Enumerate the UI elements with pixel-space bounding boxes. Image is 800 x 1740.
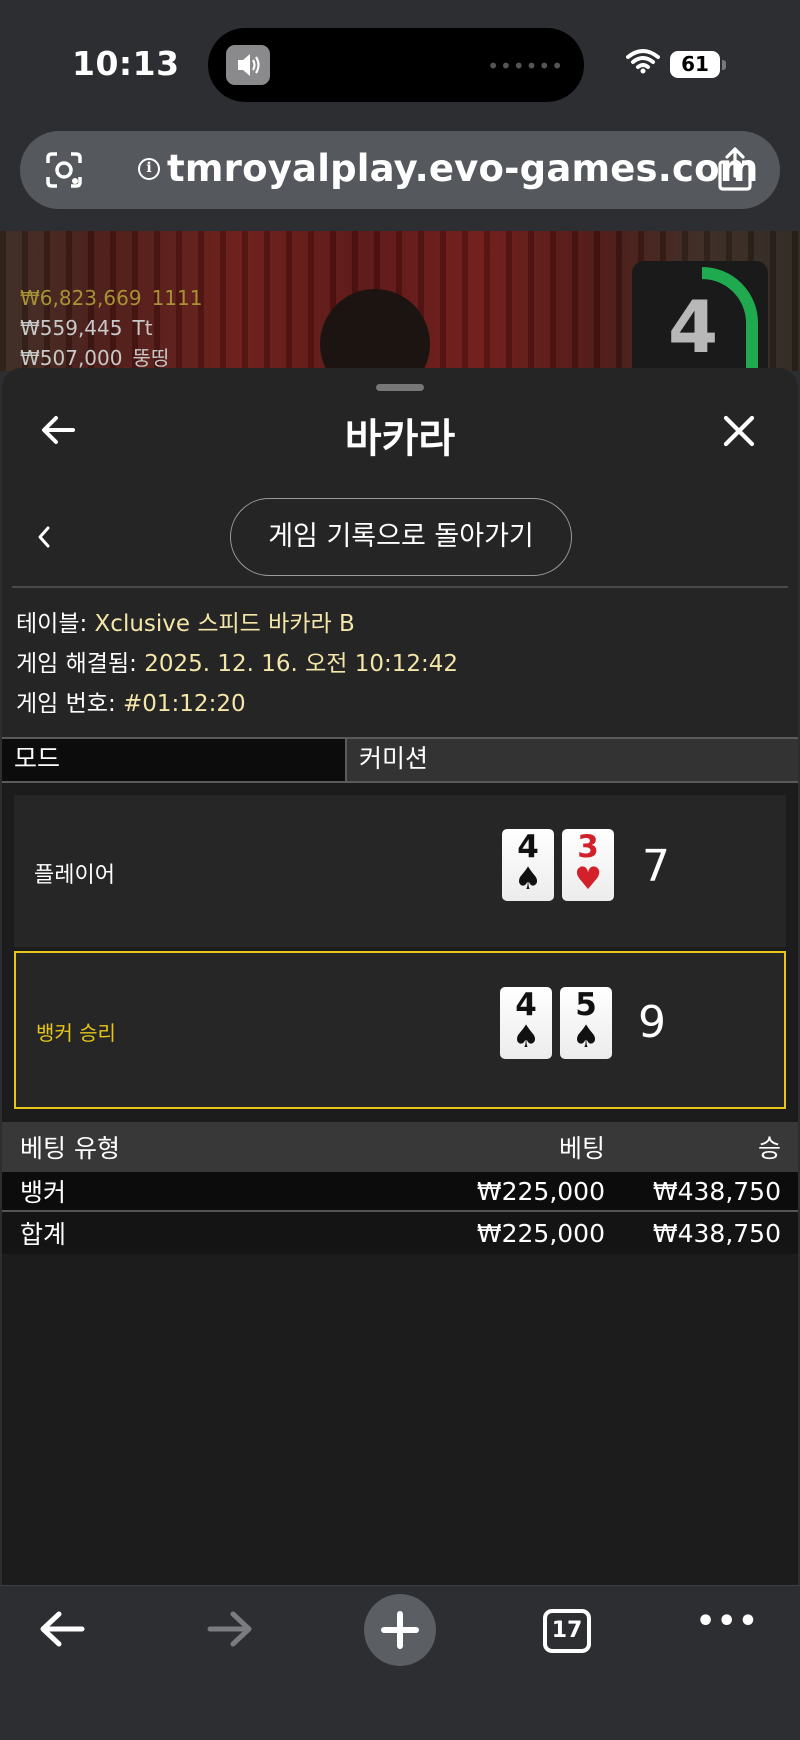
lens-icon[interactable] <box>44 150 84 194</box>
wifi-icon <box>626 48 660 78</box>
leaderboard-row: ₩559,445 Tt <box>20 313 202 343</box>
panel-header: 바카라 게임 기록으로 돌아가기 테이블: Xclusive 스피드 바카라 B… <box>2 368 798 737</box>
leader-name: 1111 <box>151 286 203 310</box>
player-score: 7 <box>642 841 670 892</box>
mode-label: 모드 <box>2 739 347 781</box>
share-icon[interactable] <box>715 146 755 196</box>
table-row: 뱅커 ₩225,000 ₩438,750 <box>2 1172 798 1212</box>
game-number-value: #01:12:20 <box>123 691 246 717</box>
playing-card: 4 ♠ <box>502 829 554 901</box>
heart-icon: ♥ <box>574 861 602 897</box>
plus-icon <box>381 1611 419 1649</box>
table-value: Xclusive 스피드 바카라 B <box>94 611 355 637</box>
header-bet: 베팅 <box>558 1134 605 1163</box>
header-bet-type: 베팅 유형 <box>20 1134 120 1163</box>
site-info-icon[interactable]: i <box>138 158 160 180</box>
card-rank: 5 <box>575 987 597 1023</box>
battery-tip <box>722 60 726 70</box>
countdown-timer: 4 <box>632 261 768 371</box>
battery-level: 61 <box>681 52 709 76</box>
dynamic-island: •••••• <box>208 28 584 102</box>
game-info: 테이블: Xclusive 스피드 바카라 B 게임 해결됨: 2025. 12… <box>16 604 458 724</box>
forward-icon[interactable] <box>206 1608 254 1654</box>
total-label: 합계 <box>20 1220 67 1249</box>
spade-icon: ♠ <box>512 1019 540 1055</box>
total-bet: ₩225,000 <box>476 1218 605 1248</box>
win-amount: ₩438,750 <box>652 1176 781 1206</box>
leader-name: 뚱띵 <box>132 346 170 370</box>
total-row: 합계 ₩225,000 ₩438,750 <box>2 1212 798 1254</box>
chevron-left-icon[interactable] <box>34 522 54 556</box>
card-rank: 4 <box>515 987 537 1023</box>
status-time: 10:13 <box>72 44 180 83</box>
resolved-label: 게임 해결됨: <box>16 651 137 677</box>
total-win: ₩438,750 <box>652 1218 781 1248</box>
spade-icon: ♠ <box>572 1019 600 1055</box>
commission-label: 커미션 <box>347 739 798 781</box>
address-bar[interactable]: i tmroyalplay.evo-games.com <box>20 131 780 209</box>
leaderboard-row: ₩6,823,669 1111 <box>20 283 202 313</box>
header-win: 승 <box>757 1134 781 1163</box>
bet-table-header: 베팅 유형 베팅 승 <box>2 1122 798 1172</box>
new-tab-button[interactable] <box>364 1594 436 1666</box>
divider <box>12 586 788 588</box>
banker-score: 9 <box>638 997 666 1048</box>
island-dots-icon: •••••• <box>487 54 564 78</box>
leader-amount: ₩6,823,669 <box>20 286 142 310</box>
leader-amount: ₩559,445 <box>20 316 123 340</box>
table-info: 테이블: Xclusive 스피드 바카라 B <box>16 604 458 644</box>
leaderboard-row: ₩507,000 뚱띵 <box>20 343 202 371</box>
tabs-button[interactable]: 17 <box>543 1609 591 1653</box>
card-rank: 4 <box>517 829 539 865</box>
timer-value: 4 <box>668 285 719 369</box>
browser-toolbar: 17 ••• <box>0 1585 800 1740</box>
game-number-label: 게임 번호: <box>16 691 116 717</box>
mode-row: 모드 커미션 <box>2 737 798 783</box>
game-detail-panel: 바카라 게임 기록으로 돌아가기 테이블: Xclusive 스피드 바카라 B… <box>2 368 798 1588</box>
bet-type: 뱅커 <box>20 1178 67 1207</box>
speaker-icon <box>226 45 270 85</box>
playing-card: 3 ♥ <box>562 829 614 901</box>
drag-handle[interactable] <box>376 384 424 391</box>
live-video-background: ₩6,823,669 1111 ₩559,445 Tt ₩507,000 뚱띵 … <box>0 231 800 371</box>
bet-table: 베팅 유형 베팅 승 뱅커 ₩225,000 ₩438,750 합계 ₩225,… <box>2 1122 798 1254</box>
panel-title: 바카라 <box>344 416 456 462</box>
battery-indicator: 61 <box>670 51 720 78</box>
status-bar: 10:13 •••••• 61 <box>0 0 800 120</box>
spade-icon: ♠ <box>514 861 542 897</box>
game-number-info: 게임 번호: #01:12:20 <box>16 684 458 724</box>
more-icon[interactable]: ••• <box>696 1604 760 1639</box>
leader-name: Tt <box>132 316 153 340</box>
back-to-history-button[interactable]: 게임 기록으로 돌아가기 <box>230 498 572 576</box>
banker-hand: 뱅커 승리 4 ♠ 5 ♠ 9 <box>14 951 786 1109</box>
banker-label: 뱅커 승리 <box>36 1021 116 1045</box>
resolved-info: 게임 해결됨: 2025. 12. 16. 오전 10:12:42 <box>16 644 458 684</box>
close-icon[interactable] <box>722 414 756 452</box>
table-label: 테이블: <box>16 611 88 637</box>
url-text[interactable]: tmroyalplay.evo-games.com <box>167 147 759 190</box>
player-hand: 플레이어 4 ♠ 3 ♥ 7 <box>14 795 786 947</box>
playing-card: 5 ♠ <box>560 987 612 1059</box>
card-rank: 3 <box>577 829 599 865</box>
bet-amount: ₩225,000 <box>476 1176 605 1206</box>
leader-amount: ₩507,000 <box>20 346 123 370</box>
playing-card: 4 ♠ <box>500 987 552 1059</box>
resolved-value: 2025. 12. 16. 오전 10:12:42 <box>144 651 459 677</box>
back-icon[interactable] <box>38 1608 86 1654</box>
player-label: 플레이어 <box>34 863 115 888</box>
leaderboard: ₩6,823,669 1111 ₩559,445 Tt ₩507,000 뚱띵 <box>20 283 202 371</box>
